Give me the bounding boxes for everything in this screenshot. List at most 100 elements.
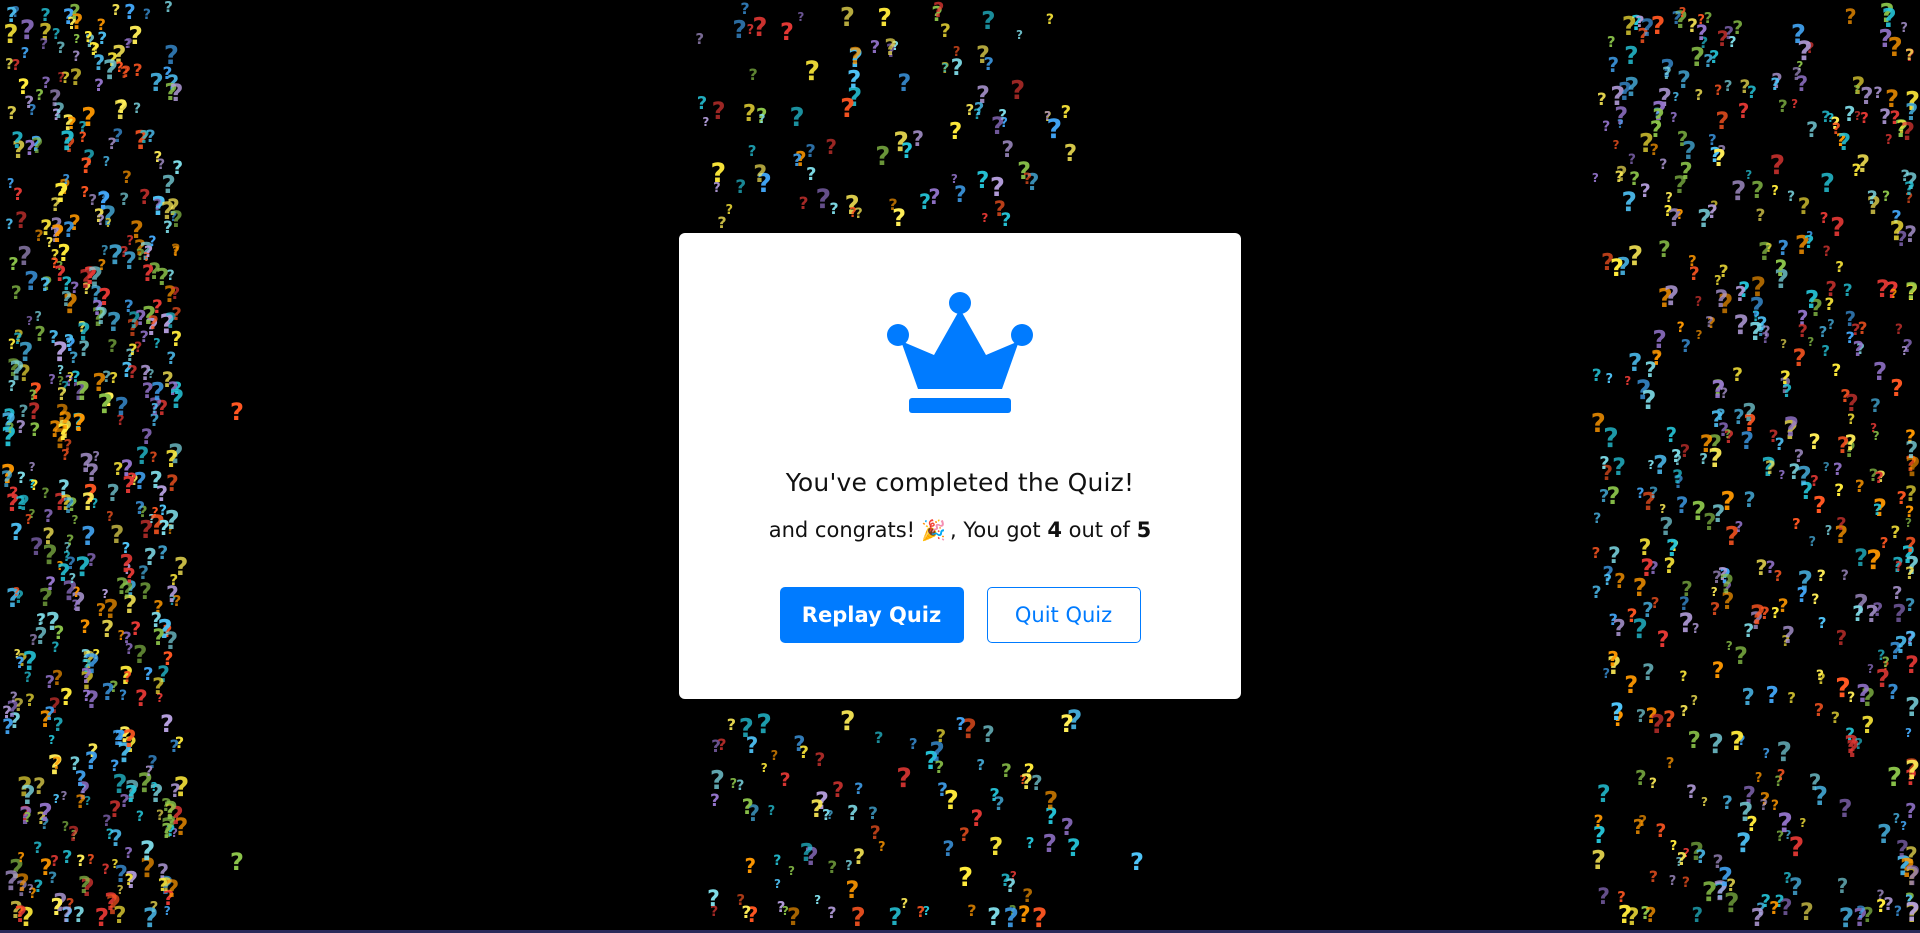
question-mark-decoration: ? xyxy=(1656,628,1670,654)
question-mark-decoration: ? xyxy=(1866,186,1878,209)
question-mark-decoration: ? xyxy=(107,336,118,358)
question-mark-decoration: ? xyxy=(736,777,745,794)
question-mark-decoration: ? xyxy=(1687,251,1697,270)
question-mark-decoration: ? xyxy=(869,36,881,58)
question-mark-decoration: ? xyxy=(832,778,845,803)
question-mark-decoration: ? xyxy=(1737,99,1750,124)
question-mark-decoration: ? xyxy=(814,893,822,908)
question-mark-decoration: ? xyxy=(75,790,87,813)
question-mark-decoration: ? xyxy=(1759,603,1770,624)
question-mark-decoration: ? xyxy=(953,182,967,208)
question-mark-decoration: ? xyxy=(1701,877,1718,909)
question-mark-decoration: ? xyxy=(1675,493,1689,519)
question-mark-decoration: ? xyxy=(1695,845,1707,868)
question-mark-decoration: ? xyxy=(85,685,100,714)
question-mark-decoration: ? xyxy=(1770,75,1781,96)
question-mark-decoration: ? xyxy=(1627,152,1636,168)
question-mark-decoration: ? xyxy=(173,551,189,581)
question-mark-decoration: ? xyxy=(160,197,175,226)
question-mark-decoration: ? xyxy=(781,904,789,918)
question-mark-decoration: ? xyxy=(28,459,36,474)
question-mark-decoration: ? xyxy=(1852,602,1865,627)
question-mark-decoration: ? xyxy=(1671,7,1682,29)
question-mark-decoration: ? xyxy=(137,562,149,585)
question-mark-decoration: ? xyxy=(1735,828,1752,860)
question-mark-decoration: ? xyxy=(230,848,244,876)
question-mark-decoration: ? xyxy=(96,213,105,230)
question-mark-decoration: ? xyxy=(742,100,757,127)
question-mark-decoration: ? xyxy=(958,824,970,847)
question-mark-decoration: ? xyxy=(1781,623,1796,650)
question-mark-decoration: ? xyxy=(1591,845,1607,876)
question-mark-decoration: ? xyxy=(1733,642,1748,671)
question-mark-decoration: ? xyxy=(1687,728,1701,755)
question-mark-decoration: ? xyxy=(1670,110,1678,126)
question-mark-decoration: ? xyxy=(1712,145,1726,172)
question-mark-decoration: ? xyxy=(1764,457,1776,480)
question-mark-decoration: ? xyxy=(1733,405,1745,430)
question-mark-decoration: ? xyxy=(1690,42,1706,73)
question-mark-decoration: ? xyxy=(896,762,912,794)
question-mark-decoration: ? xyxy=(839,705,856,737)
question-mark-decoration: ? xyxy=(990,111,1005,140)
question-mark-decoration: ? xyxy=(1679,669,1688,686)
question-mark-decoration: ? xyxy=(33,838,43,858)
question-mark-decoration: ? xyxy=(1890,522,1901,543)
question-mark-decoration: ? xyxy=(95,600,107,622)
question-mark-decoration: ? xyxy=(1905,563,1915,584)
question-mark-decoration: ? xyxy=(76,851,86,871)
question-mark-decoration: ? xyxy=(75,552,91,584)
question-mark-decoration: ? xyxy=(874,727,884,747)
question-mark-decoration: ? xyxy=(141,261,155,287)
question-mark-decoration: ? xyxy=(1867,661,1875,676)
question-mark-decoration: ? xyxy=(1640,553,1655,582)
question-mark-decoration: ? xyxy=(1022,169,1033,189)
question-mark-decoration: ? xyxy=(39,855,53,881)
question-mark-decoration: ? xyxy=(846,64,862,94)
question-mark-decoration: ? xyxy=(826,807,834,822)
question-mark-decoration: ? xyxy=(1610,698,1624,726)
question-mark-decoration: ? xyxy=(1612,137,1620,152)
question-mark-decoration: ? xyxy=(839,3,856,34)
question-mark-decoration: ? xyxy=(13,329,23,349)
question-mark-decoration: ? xyxy=(1831,361,1842,382)
question-mark-decoration: ? xyxy=(1819,168,1835,199)
question-mark-decoration: ? xyxy=(1812,492,1827,519)
question-mark-decoration: ? xyxy=(942,836,955,861)
question-mark-decoration: ? xyxy=(1715,106,1730,135)
question-mark-decoration: ? xyxy=(937,779,949,802)
question-mark-decoration: ? xyxy=(1003,903,1020,933)
replay-quiz-button[interactable]: Replay Quiz xyxy=(779,587,964,643)
question-mark-decoration: ? xyxy=(26,313,34,328)
question-mark-decoration: ? xyxy=(1706,201,1718,224)
question-mark-decoration: ? xyxy=(1786,188,1796,205)
question-mark-decoration: ? xyxy=(922,904,930,918)
question-mark-decoration: ? xyxy=(56,38,66,58)
question-mark-decoration: ? xyxy=(1837,794,1853,824)
question-mark-decoration: ? xyxy=(1703,509,1717,536)
question-mark-decoration: ? xyxy=(18,490,30,515)
question-mark-decoration: ? xyxy=(1634,766,1647,791)
question-mark-decoration: ? xyxy=(853,844,866,869)
question-mark-decoration: ? xyxy=(1905,100,1919,127)
question-mark-decoration: ? xyxy=(1872,357,1888,387)
quit-quiz-button[interactable]: Quit Quiz xyxy=(986,587,1141,643)
question-mark-decoration: ? xyxy=(1836,874,1849,899)
question-mark-decoration: ? xyxy=(1700,794,1708,809)
question-mark-decoration: ? xyxy=(1617,887,1626,906)
question-mark-decoration: ? xyxy=(39,273,51,296)
question-mark-decoration: ? xyxy=(78,449,95,480)
question-mark-decoration: ? xyxy=(825,135,837,160)
question-mark-decoration: ? xyxy=(34,321,46,346)
question-mark-decoration: ? xyxy=(1607,647,1619,672)
question-mark-decoration: ? xyxy=(1808,534,1817,550)
question-mark-decoration: ? xyxy=(815,183,832,215)
question-mark-decoration: ? xyxy=(770,748,779,764)
question-mark-decoration: ? xyxy=(123,667,132,686)
question-mark-decoration: ? xyxy=(897,68,912,97)
question-mark-decoration: ? xyxy=(1813,700,1825,722)
question-mark-decoration: ? xyxy=(1710,585,1718,600)
question-mark-decoration: ? xyxy=(1703,8,1713,27)
question-mark-decoration: ? xyxy=(48,326,59,348)
question-mark-decoration: ? xyxy=(970,807,984,833)
